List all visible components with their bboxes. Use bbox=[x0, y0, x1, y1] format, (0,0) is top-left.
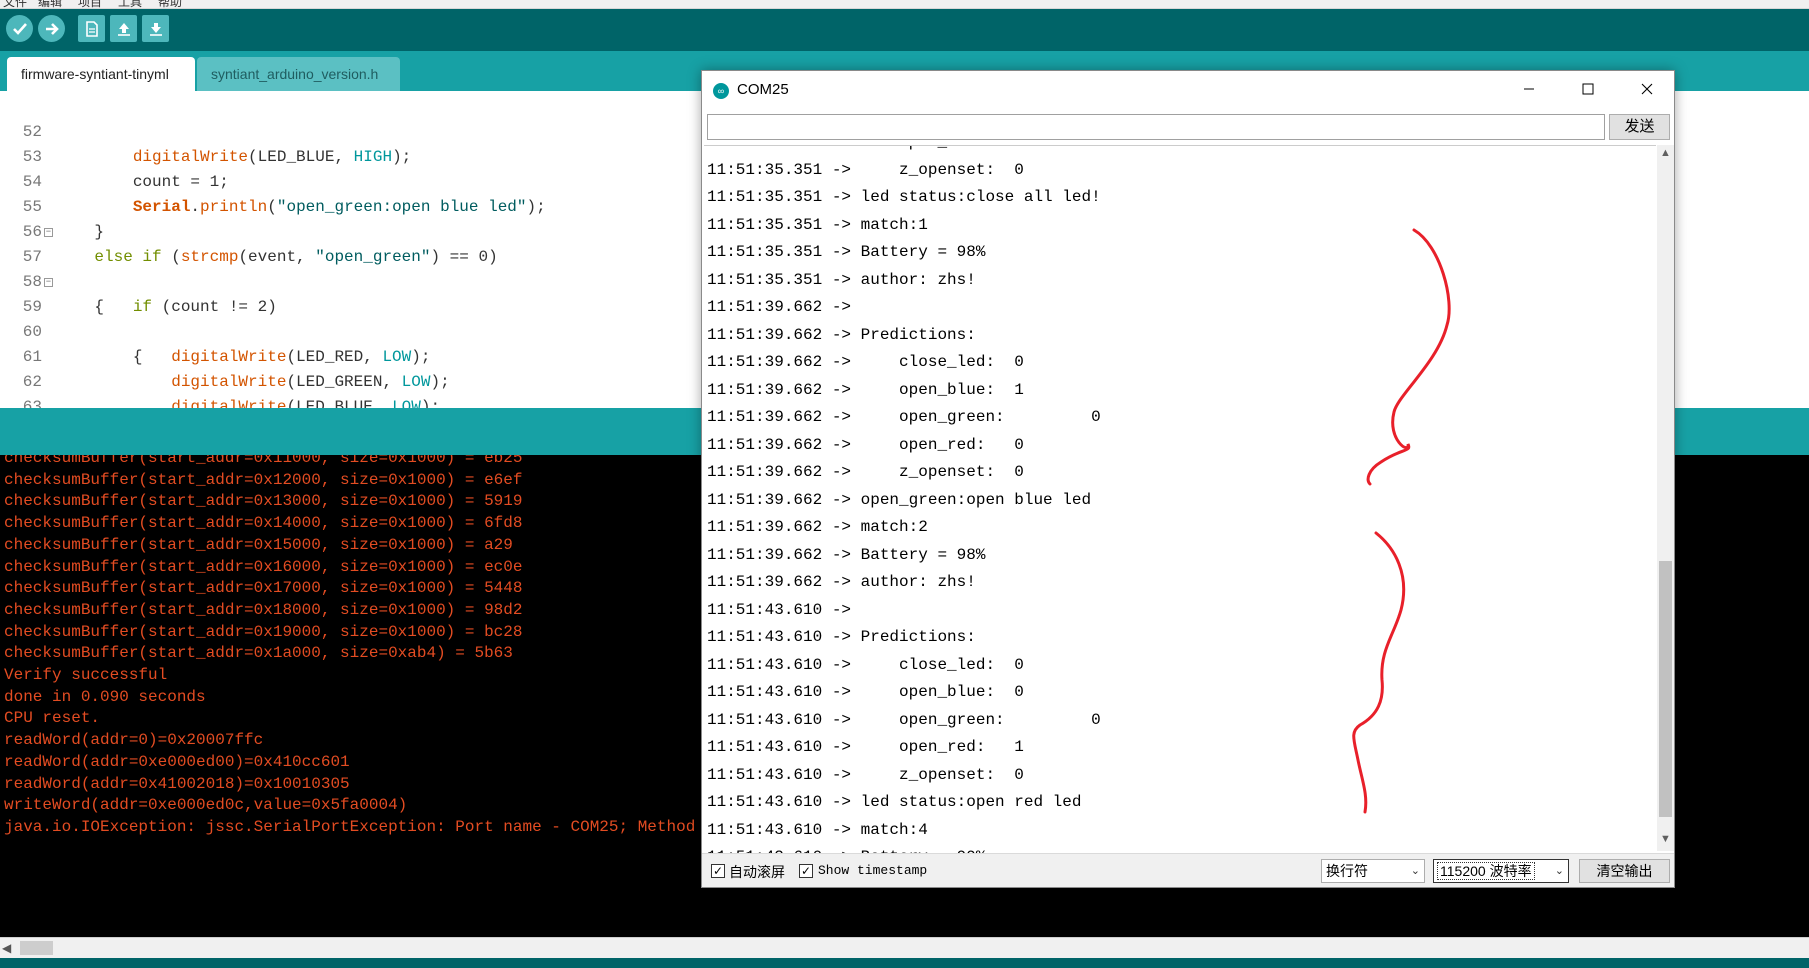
serial-line: 11:51:39.662 -> match:2 bbox=[707, 518, 928, 536]
menu-bar: 文件 编辑 项目 工具 帮助 bbox=[0, 0, 1809, 9]
scroll-down-icon[interactable]: ▼ bbox=[1660, 833, 1671, 845]
tab-syntiant-arduino-version[interactable]: syntiant_arduino_version.h bbox=[197, 57, 400, 91]
line-ending-select[interactable]: 换行符 ⌄ bbox=[1321, 859, 1425, 883]
serial-line: 11:51:43.610 -> bbox=[707, 600, 861, 619]
serial-line: 11:51:43.610 -> close_led: 0 bbox=[707, 655, 1024, 674]
serial-line: 11:51:39.662 -> Predictions: bbox=[707, 325, 976, 344]
serial-monitor-titlebar[interactable]: ∞ COM25 bbox=[702, 71, 1674, 109]
baud-rate-value: 115200 波特率 bbox=[1437, 862, 1535, 880]
serial-line: 11:51:39.662 -> z_openset: 0 bbox=[707, 463, 1024, 481]
serial-line: 11:51:43.610 -> open_blue: 0 bbox=[707, 683, 1024, 701]
autoscroll-checkbox[interactable]: ✓ bbox=[711, 864, 725, 878]
serial-line: 11:51:39.662 -> open_red: 0 bbox=[707, 435, 1024, 454]
serial-line: 11:51:35.351 -> led status:close all led… bbox=[707, 188, 1101, 206]
minimize-icon[interactable] bbox=[1500, 71, 1558, 107]
serial-output[interactable]: 11:51:35.351 -> open_led: 0 11:51:35.351 … bbox=[704, 145, 1656, 887]
serial-line: 11:51:39.662 -> open_green: 0 bbox=[707, 408, 1101, 426]
serial-line: 11:51:39.662 -> close_led: 0 bbox=[707, 353, 1024, 371]
fold-toggle-icon[interactable]: − bbox=[44, 228, 53, 237]
show-timestamp-checkbox[interactable]: ✓ bbox=[799, 864, 813, 878]
serial-line: 11:51:35.351 -> author: zhs! bbox=[707, 270, 976, 289]
send-button[interactable]: 发送 bbox=[1609, 114, 1670, 140]
serial-line: 11:51:43.610 -> led status:open red led bbox=[707, 793, 1082, 811]
serial-line: 11:51:39.662 -> Battery = 98% bbox=[707, 545, 986, 564]
tab-firmware-syntiant-tinyml[interactable]: firmware-syntiant-tinyml bbox=[7, 57, 195, 91]
serial-line: 11:51:43.610 -> open_red: 1 bbox=[707, 738, 1024, 756]
baud-rate-select[interactable]: 115200 波特率 ⌄ bbox=[1433, 859, 1569, 883]
console-horizontal-scrollbar[interactable]: ◀ bbox=[0, 937, 1809, 958]
menu-sketch[interactable]: 项目 bbox=[78, 0, 102, 8]
serial-monitor-window: ∞ COM25 发送 11:51:35.351 -> open_led: 011… bbox=[701, 70, 1675, 888]
serial-line: 11:51:43.610 -> match:4 bbox=[707, 820, 928, 839]
open-icon[interactable] bbox=[110, 15, 137, 42]
menu-help[interactable]: 帮助 bbox=[158, 0, 182, 8]
serial-line: 11:51:39.662 -> open_green:open blue led bbox=[707, 490, 1092, 509]
serial-bottom-bar: ✓ 自动滚屏 ✓ Show timestamp 换行符 ⌄ 115200 波特率… bbox=[702, 853, 1674, 887]
serial-line: 11:51:39.662 -> bbox=[707, 298, 861, 316]
save-icon[interactable] bbox=[142, 15, 169, 42]
serial-line: 11:51:35.351 -> Battery = 98% bbox=[707, 243, 986, 261]
close-icon[interactable] bbox=[1618, 71, 1674, 107]
clear-output-button[interactable]: 清空输出 bbox=[1579, 859, 1670, 883]
serial-input-field[interactable] bbox=[707, 114, 1605, 140]
line-ending-value: 换行符 bbox=[1326, 863, 1368, 879]
bottom-status-bar bbox=[0, 958, 1809, 968]
serial-line: 11:51:43.610 -> z_openset: 0 bbox=[707, 765, 1024, 784]
chevron-down-icon: ⌄ bbox=[1410, 865, 1420, 877]
serial-line: 11:51:43.610 -> Predictions: bbox=[707, 628, 976, 646]
menu-edit[interactable]: 编辑 bbox=[38, 0, 62, 8]
new-icon[interactable] bbox=[78, 15, 105, 42]
serial-line: 11:51:35.351 -> z_openset: 0 bbox=[707, 160, 1024, 179]
verify-icon[interactable] bbox=[6, 15, 33, 42]
toolbar bbox=[0, 9, 1809, 51]
scroll-thumb[interactable] bbox=[20, 941, 53, 955]
chevron-down-icon: ⌄ bbox=[1554, 865, 1564, 877]
arduino-logo-icon: ∞ bbox=[713, 83, 729, 99]
scroll-thumb[interactable] bbox=[1659, 561, 1672, 817]
menu-file[interactable]: 文件 bbox=[3, 0, 27, 8]
show-timestamp-label: Show timestamp bbox=[818, 863, 928, 878]
autoscroll-label: 自动滚屏 bbox=[729, 864, 785, 880]
serial-line: 11:51:43.610 -> open_green: 0 bbox=[707, 710, 1101, 729]
scroll-up-icon[interactable]: ▲ bbox=[1660, 147, 1671, 159]
serial-vertical-scrollbar[interactable]: ▲ ▼ bbox=[1657, 145, 1674, 851]
serial-line: 11:51:35.351 -> match:1 bbox=[707, 215, 928, 234]
window-title: COM25 bbox=[737, 81, 789, 98]
serial-line: 11:51:39.662 -> open_blue: 1 bbox=[707, 380, 1024, 399]
maximize-icon[interactable] bbox=[1559, 71, 1617, 107]
fold-toggle-icon[interactable]: − bbox=[44, 278, 53, 287]
serial-line: 11:51:39.662 -> author: zhs! bbox=[707, 573, 976, 591]
scroll-left-icon[interactable]: ◀ bbox=[2, 941, 11, 955]
upload-icon[interactable] bbox=[38, 15, 65, 42]
arduino-ide-window: 文件 编辑 项目 工具 帮助 firmware-syntiant-tinyml … bbox=[0, 0, 1809, 968]
menu-tools[interactable]: 工具 bbox=[118, 0, 142, 8]
serial-line: 11:51:35.351 -> open_led: 0 bbox=[707, 146, 1024, 155]
